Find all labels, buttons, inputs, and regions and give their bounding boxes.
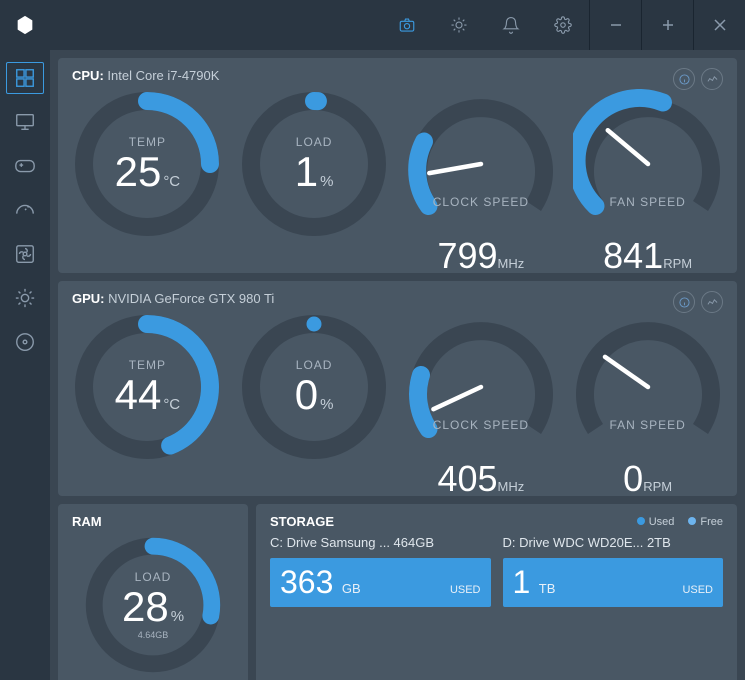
storage-drive: C: Drive Samsung ... 464GB 363 GB USED [270,535,491,611]
titlebar [0,0,745,50]
cpu-title: CPU: Intel Core i7-4790K [72,68,723,83]
cpu-temp-gauge: TEMP 25°C [72,89,222,239]
screenshot-button[interactable] [381,0,433,50]
sidebar-item-display[interactable] [0,100,50,144]
settings-button[interactable] [537,0,589,50]
drive-used-bar: 1 TB USED [503,558,724,607]
info-icon[interactable] [673,291,695,313]
gpu-load-gauge: LOAD 0% [239,312,389,462]
maximize-button[interactable] [641,0,693,50]
storage-drive: D: Drive WDC WD20E... 2TB 1 TB USED [503,535,724,611]
theme-button[interactable] [433,0,485,50]
cpu-load-gauge: LOAD 1% [239,89,389,239]
content-area: CPU: Intel Core i7-4790K TEMP 25°C [50,50,745,680]
gpu-panel: GPU: NVIDIA GeForce GTX 980 Ti TEMP 44°C [58,281,737,496]
cpu-fan-gauge: FAN SPEED 841RPM [573,89,723,259]
gpu-fan-gauge: FAN SPEED 0RPM [573,312,723,482]
graph-icon[interactable] [701,68,723,90]
drive-used-bar: 363 GB USED [270,558,491,607]
ram-load-gauge: LOAD 28% 4.64GB [83,535,223,680]
ram-panel: RAM LOAD 28% 4.64GB [58,504,248,680]
gpu-temp-gauge: TEMP 44°C [72,312,222,462]
cpu-clock-gauge: CLOCK SPEED 799MHz [406,89,556,259]
gpu-clock-gauge: CLOCK SPEED 405MHz [406,312,556,482]
app-logo [12,12,38,38]
sidebar-item-dashboard[interactable] [0,56,50,100]
sidebar [0,50,50,680]
storage-panel: STORAGE Used Free C: Drive Samsung ... 4… [256,504,737,680]
notifications-button[interactable] [485,0,537,50]
storage-legend: Used Free [637,516,723,528]
sidebar-item-fan[interactable] [0,232,50,276]
sidebar-item-performance[interactable] [0,188,50,232]
gauge-label: TEMP [129,135,166,149]
sidebar-item-storage[interactable] [0,320,50,364]
gpu-title: GPU: NVIDIA GeForce GTX 980 Ti [72,291,723,306]
close-button[interactable] [693,0,745,50]
sidebar-item-light[interactable] [0,276,50,320]
cpu-panel: CPU: Intel Core i7-4790K TEMP 25°C [58,58,737,273]
minimize-button[interactable] [589,0,641,50]
sidebar-item-gaming[interactable] [0,144,50,188]
graph-icon[interactable] [701,291,723,313]
info-icon[interactable] [673,68,695,90]
